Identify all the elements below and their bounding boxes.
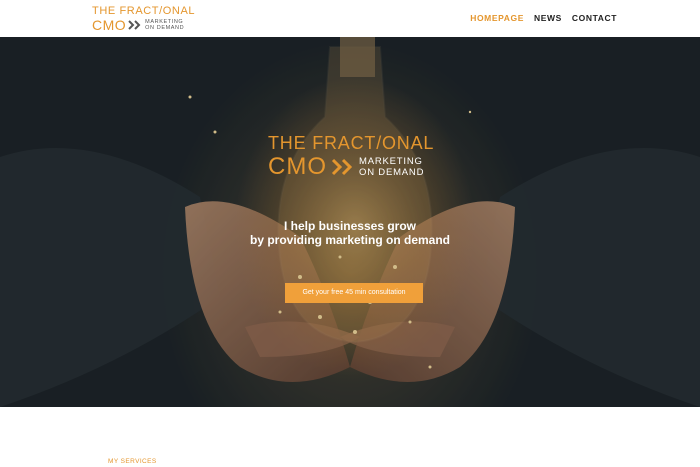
double-chevron-icon — [331, 158, 353, 176]
hero-section: THE FRACT/ONAL CMO MARKETING ON DEMAND I… — [0, 37, 700, 407]
hero-logo-row: CMO MARKETING ON DEMAND — [268, 155, 434, 179]
logo-row: CMO MARKETING ON DEMAND — [92, 18, 195, 32]
hero-headline: I help businesses grow by providing mark… — [0, 219, 700, 247]
nav-contact[interactable]: CONTACT — [572, 13, 617, 23]
logo-tagline-line2: ON DEMAND — [145, 25, 185, 31]
hero-logo-cmo: CMO — [268, 153, 327, 180]
hero-headline-line1: I help businesses grow — [283, 219, 417, 233]
my-services-label: MY SERVICES — [108, 458, 157, 465]
hero-headline-line2: by providing marketing on demand — [249, 233, 451, 247]
logo-cmo: CMO — [92, 17, 127, 33]
nav-news[interactable]: NEWS — [534, 13, 562, 23]
double-chevron-icon — [128, 20, 141, 30]
hero-logo-tagline-line1: MARKETING — [359, 156, 423, 167]
site-logo[interactable]: THE FRACT/ONAL CMO MARKETING ON DEMAND — [92, 5, 196, 33]
hero-logo: THE FRACT/ONAL CMO MARKETING ON DEMAND — [268, 134, 434, 179]
logo-title: THE FRACT/ONAL — [92, 5, 196, 17]
main-nav: HOMEPAGE NEWS CONTACT — [470, 13, 617, 23]
logo-tagline: MARKETING ON DEMAND — [145, 19, 184, 31]
hero-logo-tagline: MARKETING ON DEMAND — [359, 156, 424, 178]
nav-homepage[interactable]: HOMEPAGE — [470, 13, 524, 23]
hero-logo-title: THE FRACT/ONAL — [268, 133, 435, 153]
free-consultation-button[interactable]: Get your free 45 min consultation — [285, 283, 423, 303]
hero-logo-tagline-line2: ON DEMAND — [359, 167, 425, 178]
site-header: THE FRACT/ONAL CMO MARKETING ON DEMAND H… — [0, 0, 700, 37]
